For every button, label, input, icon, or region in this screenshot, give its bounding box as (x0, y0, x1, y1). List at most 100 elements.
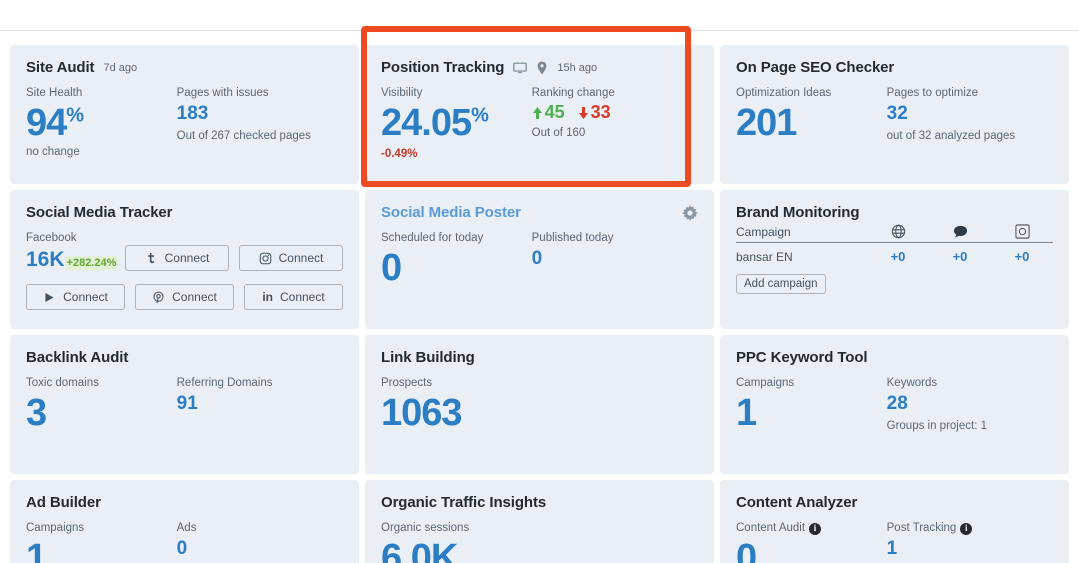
card-metrics: Campaigns 1 Ads 0 (26, 521, 343, 563)
metric-facebook: Facebook 16K +282.24% (26, 231, 125, 273)
metric-visibility: Visibility 24.05% -0.49% (381, 86, 532, 162)
metric-toxic-domains: Toxic domains 3 (26, 376, 177, 434)
metric-ads: Ads 0 (177, 521, 343, 563)
widgets-grid: Site Audit 7d ago Site Health 94% no cha… (10, 45, 1069, 563)
desktop-icon (513, 61, 528, 75)
connect-label: Connect (278, 251, 324, 265)
metric-value: 1 (26, 537, 47, 563)
card-header: Backlink Audit (26, 349, 343, 366)
metric-label: Referring Domains (176, 377, 273, 389)
card-ad-builder[interactable]: Ad Builder Campaigns 1 Ads 0 (10, 480, 359, 563)
metric-label: Post Tracking (886, 522, 957, 534)
campaign-instagram-value: +0 (1014, 249, 1030, 264)
metric-pages-to-optimize: Pages to optimize 32 out of 32 analyzed … (887, 86, 1053, 144)
metric-label: Campaigns (26, 522, 85, 534)
metric-scheduled-today: Scheduled for today 0 (381, 231, 532, 289)
metric-content-audit: Content Audit i 0 (736, 521, 887, 563)
metric-unit: % (471, 104, 489, 127)
card-title[interactable]: Site Audit (26, 59, 95, 76)
metric-post-tracking: Post Tracking i 1 (887, 521, 1053, 563)
metric-label: Scheduled for today (381, 232, 484, 244)
metric-label: Organic sessions (381, 522, 470, 534)
card-title[interactable]: Backlink Audit (26, 349, 128, 366)
card-metrics: Visibility 24.05% -0.49% Ranking change … (381, 86, 698, 162)
metric-prospects: Prospects 1063 (381, 376, 553, 434)
rank-up: 45 (532, 102, 565, 123)
card-header: Brand Monitoring (736, 204, 1053, 221)
info-icon[interactable]: i (960, 522, 973, 535)
connect-twitter-button[interactable]: Connect (125, 245, 229, 271)
card-timestamp: 15h ago (557, 61, 598, 74)
card-title[interactable]: On Page SEO Checker (736, 59, 894, 76)
connect-label: Connect (172, 290, 217, 304)
metric-sub: Out of 267 checked pages (176, 130, 311, 142)
card-title[interactable]: Content Analyzer (736, 494, 857, 511)
card-metrics: Site Health 94% no change Pages with iss… (26, 86, 343, 158)
facebook-value-row: 16K +282.24% (26, 247, 125, 273)
connect-pinterest-button[interactable]: Connect (135, 284, 234, 310)
card-brand-monitoring[interactable]: Brand Monitoring Campaign bansar EN +0 +… (720, 190, 1069, 329)
metric-value: 0 (176, 538, 188, 559)
card-position-tracking[interactable]: Position Tracking 15h ago Visibility 24.… (365, 45, 714, 184)
card-metrics: Toxic domains 3 Referring Domains 91 (26, 376, 343, 434)
ranking-values: 45 33 (532, 102, 698, 123)
metric-number: 24.05 (381, 102, 472, 144)
card-content-analyzer[interactable]: Content Analyzer Content Audit i 0 Post … (720, 480, 1069, 563)
metric-sub: no change (26, 146, 80, 158)
card-social-media-poster[interactable]: Social Media Poster Scheduled for today … (365, 190, 714, 329)
card-title[interactable]: Social Media Tracker (26, 204, 173, 221)
add-campaign-button[interactable]: Add campaign (736, 274, 826, 294)
metric-label: Optimization Ideas (736, 87, 832, 99)
metric-published-today: Published today 0 (532, 231, 698, 289)
card-header: Position Tracking 15h ago (381, 59, 698, 76)
metric-label: Ads (176, 522, 197, 534)
metric-value: 32 (886, 103, 908, 124)
card-on-page-seo-checker[interactable]: On Page SEO Checker Optimization Ideas 2… (720, 45, 1069, 184)
card-metrics: Organic sessions 6.0K (381, 521, 698, 563)
card-backlink-audit[interactable]: Backlink Audit Toxic domains 3 Referring… (10, 335, 359, 474)
rank-down-value: 33 (590, 102, 611, 122)
globe-icon (891, 224, 906, 239)
card-title[interactable]: Ad Builder (26, 494, 101, 511)
table-header-row: Campaign (736, 224, 1053, 243)
connect-instagram-button[interactable]: Connect (239, 245, 343, 271)
card-ppc-keyword-tool[interactable]: PPC Keyword Tool Campaigns 1 Keywords 28… (720, 335, 1069, 474)
facebook-followers: 16K (26, 248, 65, 271)
dashboard-page: Site Audit 7d ago Site Health 94% no cha… (0, 0, 1079, 563)
gear-icon[interactable] (682, 205, 698, 226)
connect-youtube-button[interactable]: Connect (26, 284, 125, 310)
card-header: Ad Builder (26, 494, 343, 511)
card-metrics: Scheduled for today 0 Published today 0 (381, 231, 698, 289)
metric-label-row: Post Tracking i (887, 521, 1053, 536)
card-title[interactable]: Organic Traffic Insights (381, 494, 546, 511)
column-header-mentions (929, 225, 991, 239)
info-icon[interactable]: i (809, 522, 822, 535)
column-header-web (867, 224, 929, 239)
campaign-web-value: +0 (890, 249, 906, 264)
card-title[interactable]: Link Building (381, 349, 475, 366)
metric-value: 0 (381, 247, 402, 289)
connect-linkedin-button[interactable]: in Connect (244, 284, 343, 310)
metric-sub: Out of 160 (531, 127, 586, 139)
card-social-media-tracker[interactable]: Social Media Tracker Facebook 16K +282.2… (10, 190, 359, 329)
card-title[interactable]: Position Tracking (381, 59, 504, 76)
metric-referring-domains: Referring Domains 91 (177, 376, 343, 434)
column-header-campaign: Campaign (736, 224, 791, 239)
card-site-audit[interactable]: Site Audit 7d ago Site Health 94% no cha… (10, 45, 359, 184)
metric-ranking-change: Ranking change 45 33 Out of 160 (532, 86, 698, 162)
instagram-icon (259, 252, 272, 265)
metric-value: 28 (886, 393, 908, 414)
social-tracker-body: Facebook 16K +282.24% Connect Connect (26, 231, 343, 273)
table-row[interactable]: bansar EN +0 +0 +0 (736, 243, 1053, 264)
card-link-building[interactable]: Link Building Prospects 1063 (365, 335, 714, 474)
card-title[interactable]: Social Media Poster (381, 204, 521, 221)
metric-label: Visibility (381, 87, 423, 99)
youtube-icon (43, 291, 56, 304)
card-organic-traffic-insights[interactable]: Organic Traffic Insights Organic session… (365, 480, 714, 563)
metric-label: Facebook (26, 232, 77, 244)
card-title[interactable]: PPC Keyword Tool (736, 349, 868, 366)
metric-label: Pages with issues (176, 87, 269, 99)
card-timestamp: 7d ago (103, 61, 138, 74)
header-divider (0, 30, 1079, 31)
card-title[interactable]: Brand Monitoring (736, 204, 859, 221)
